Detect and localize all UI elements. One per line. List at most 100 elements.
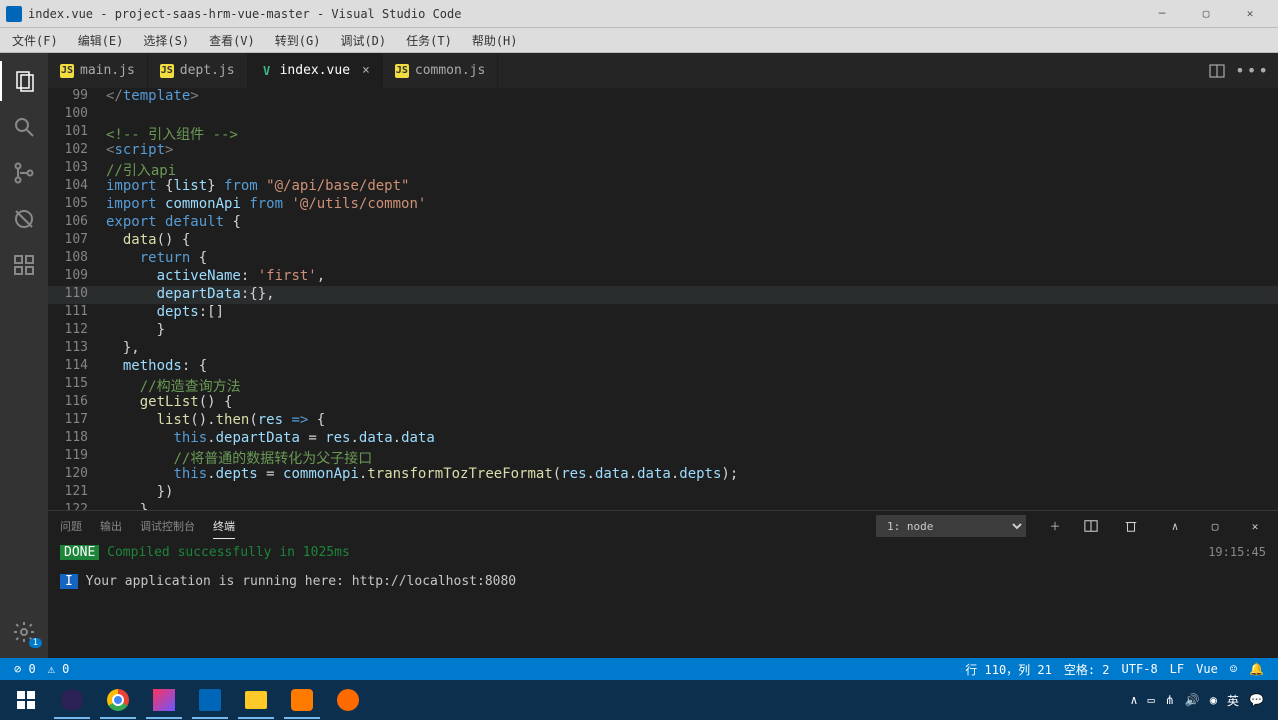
taskbar-file-explorer-icon[interactable] bbox=[234, 681, 278, 719]
system-tray[interactable]: ∧ ▭ ⋔ 🔊 ◉ 英 💬 bbox=[1130, 692, 1274, 709]
code-line[interactable]: 100 bbox=[48, 106, 1278, 124]
code-line[interactable]: 105import commonApi from '@/utils/common… bbox=[48, 196, 1278, 214]
taskbar-intellij-icon[interactable] bbox=[142, 681, 186, 719]
status-language[interactable]: Vue bbox=[1190, 662, 1224, 676]
extensions-icon[interactable] bbox=[0, 245, 48, 285]
tab-dept-js[interactable]: JS dept.js bbox=[148, 53, 248, 88]
status-errors[interactable]: ⊘ 0 bbox=[8, 662, 42, 676]
start-button[interactable] bbox=[4, 681, 48, 719]
tab-common-js[interactable]: JScommon.js bbox=[383, 53, 498, 88]
line-number: 121 bbox=[48, 484, 106, 502]
panel-tab[interactable]: 输出 bbox=[100, 514, 122, 538]
code-editor[interactable]: 99</template>100101<!-- 引入组件 -->102<scri… bbox=[48, 88, 1278, 510]
status-notifications-icon[interactable]: 🔔 bbox=[1243, 662, 1270, 676]
split-terminal-icon[interactable] bbox=[1084, 515, 1106, 537]
tab-label: main.js bbox=[80, 63, 135, 78]
js-file-icon: JS bbox=[160, 64, 174, 78]
search-icon[interactable] bbox=[0, 107, 48, 147]
taskbar-eclipse-icon[interactable] bbox=[50, 681, 94, 719]
tray-ime[interactable]: 英 bbox=[1227, 692, 1239, 709]
code-line[interactable]: 118 this.departData = res.data.data bbox=[48, 430, 1278, 448]
terminal-selector[interactable]: 1: node bbox=[876, 515, 1026, 537]
maximize-panel-icon[interactable]: ▢ bbox=[1204, 516, 1226, 537]
statusbar: ⊘ 0 ⚠ 0 行 110，列 21 空格: 2 UTF-8 LF Vue ☺ … bbox=[0, 658, 1278, 680]
taskbar-app-round-icon[interactable] bbox=[326, 681, 370, 719]
line-number: 106 bbox=[48, 214, 106, 232]
kill-terminal-icon[interactable] bbox=[1124, 515, 1146, 537]
code-line[interactable]: 107 data() { bbox=[48, 232, 1278, 250]
taskbar-vscode-icon[interactable] bbox=[188, 681, 232, 719]
status-warnings[interactable]: ⚠ 0 bbox=[42, 662, 76, 676]
code-line[interactable]: 121 }) bbox=[48, 484, 1278, 502]
panel-tab[interactable]: 调试控制台 bbox=[140, 514, 195, 538]
titlebar: index.vue - project-saas-hrm-vue-master … bbox=[0, 0, 1278, 28]
code-line[interactable]: 101<!-- 引入组件 --> bbox=[48, 124, 1278, 142]
tray-action-center-icon[interactable]: 💬 bbox=[1249, 693, 1264, 707]
code-line[interactable]: 115 //构造查询方法 bbox=[48, 376, 1278, 394]
code-line[interactable]: 109 activeName: 'first', bbox=[48, 268, 1278, 286]
tray-network-icon[interactable]: ⋔ bbox=[1165, 693, 1175, 707]
code-line[interactable]: 120 this.depts = commonApi.transformTozT… bbox=[48, 466, 1278, 484]
tray-wifi-icon[interactable]: ◉ bbox=[1210, 693, 1217, 707]
close-button[interactable]: ✕ bbox=[1228, 0, 1272, 28]
code-line[interactable]: 113 }, bbox=[48, 340, 1278, 358]
taskbar-app-orange-icon[interactable] bbox=[280, 681, 324, 719]
tray-volume-icon[interactable]: 🔊 bbox=[1185, 693, 1200, 707]
tab-main-js[interactable]: JSmain.js bbox=[48, 53, 148, 88]
code-line[interactable]: 114 methods: { bbox=[48, 358, 1278, 376]
panel-up-icon[interactable]: ∧ bbox=[1164, 516, 1186, 537]
line-number: 122 bbox=[48, 502, 106, 510]
tab-index-vue[interactable]: Vindex.vue× bbox=[248, 53, 383, 88]
debug-icon[interactable] bbox=[0, 199, 48, 239]
line-number: 105 bbox=[48, 196, 106, 214]
taskbar-chrome-icon[interactable] bbox=[96, 681, 140, 719]
close-panel-icon[interactable]: ✕ bbox=[1244, 516, 1266, 537]
status-encoding[interactable]: UTF-8 bbox=[1116, 662, 1164, 676]
line-number: 116 bbox=[48, 394, 106, 412]
line-content: } bbox=[106, 502, 1278, 510]
code-line[interactable]: 116 getList() { bbox=[48, 394, 1278, 412]
panel-tab[interactable]: 终端 bbox=[213, 514, 235, 539]
code-line[interactable]: 103//引入api bbox=[48, 160, 1278, 178]
menu-item[interactable]: 选择(S) bbox=[135, 30, 197, 51]
close-tab-icon[interactable]: × bbox=[362, 63, 370, 78]
line-content: } bbox=[106, 322, 1278, 340]
panel-tab[interactable]: 问题 bbox=[60, 514, 82, 538]
menu-item[interactable]: 编辑(E) bbox=[70, 30, 132, 51]
explorer-icon[interactable] bbox=[0, 61, 48, 101]
line-number: 100 bbox=[48, 106, 106, 124]
code-line[interactable]: 111 depts:[] bbox=[48, 304, 1278, 322]
maximize-button[interactable]: ▢ bbox=[1184, 0, 1228, 28]
more-actions-icon[interactable]: ••• bbox=[1235, 61, 1270, 80]
code-line[interactable]: 117 list().then(res => { bbox=[48, 412, 1278, 430]
new-terminal-icon[interactable]: ＋ bbox=[1044, 514, 1066, 538]
source-control-icon[interactable] bbox=[0, 153, 48, 193]
menu-item[interactable]: 帮助(H) bbox=[464, 30, 526, 51]
tab-label: dept.js bbox=[180, 63, 235, 78]
code-line[interactable]: 110 departData:{}, bbox=[48, 286, 1278, 304]
status-eol[interactable]: LF bbox=[1164, 662, 1190, 676]
line-content: data() { bbox=[106, 232, 1278, 250]
code-line[interactable]: 112 } bbox=[48, 322, 1278, 340]
menu-item[interactable]: 调试(D) bbox=[332, 30, 394, 51]
menu-item[interactable]: 文件(F) bbox=[4, 30, 66, 51]
tray-chevron-icon[interactable]: ∧ bbox=[1130, 693, 1137, 707]
menu-item[interactable]: 任务(T) bbox=[398, 30, 460, 51]
status-cursor[interactable]: 行 110，列 21 bbox=[959, 661, 1058, 678]
tray-battery-icon[interactable]: ▭ bbox=[1148, 693, 1155, 707]
minimize-button[interactable]: ─ bbox=[1140, 0, 1184, 28]
code-line[interactable]: 106export default { bbox=[48, 214, 1278, 232]
code-line[interactable]: 104import {list} from "@/api/base/dept" bbox=[48, 178, 1278, 196]
code-line[interactable]: 102<script> bbox=[48, 142, 1278, 160]
code-line[interactable]: 108 return { bbox=[48, 250, 1278, 268]
split-editor-icon[interactable] bbox=[1209, 63, 1225, 79]
menu-item[interactable]: 查看(V) bbox=[201, 30, 263, 51]
terminal[interactable]: 19:15:45 DONE Compiled successfully in 1… bbox=[48, 541, 1278, 658]
menu-item[interactable]: 转到(G) bbox=[267, 30, 329, 51]
settings-gear-icon[interactable] bbox=[0, 612, 48, 652]
code-line[interactable]: 122 } bbox=[48, 502, 1278, 510]
code-line[interactable]: 99</template> bbox=[48, 88, 1278, 106]
status-spaces[interactable]: 空格: 2 bbox=[1058, 661, 1116, 678]
code-line[interactable]: 119 //将普通的数据转化为父子接口 bbox=[48, 448, 1278, 466]
status-feedback-icon[interactable]: ☺ bbox=[1224, 662, 1243, 676]
